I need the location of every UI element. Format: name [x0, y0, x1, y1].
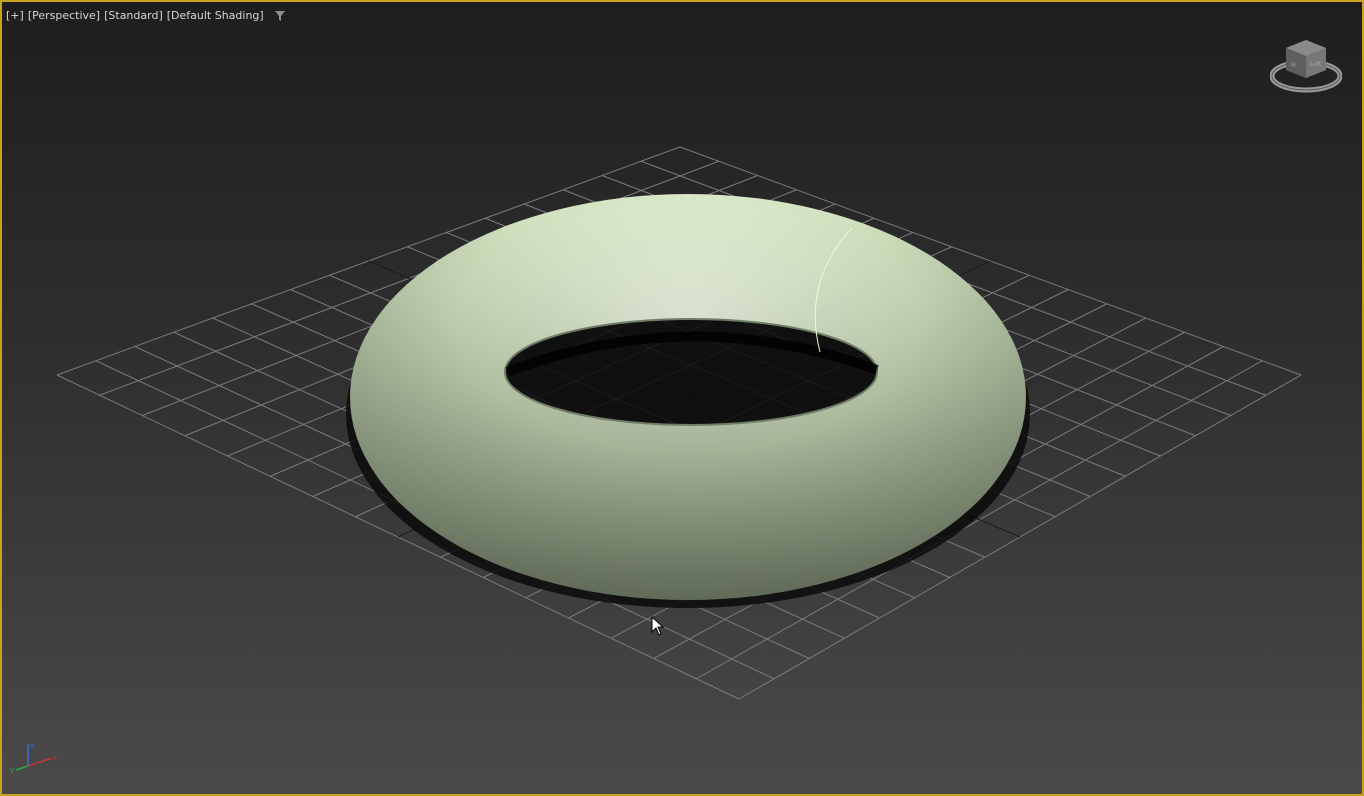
viewport-shading-label[interactable]: [Default Shading] — [167, 9, 264, 22]
viewport-mode-label[interactable]: [Standard] — [104, 9, 163, 22]
filter-icon[interactable] — [274, 10, 286, 22]
svg-text:Fr: Fr — [1291, 62, 1297, 69]
torus-object[interactable] — [350, 194, 1026, 600]
viewport-label-menu: [+] [Perspective] [Standard] [Default Sh… — [6, 9, 286, 22]
mouse-cursor-icon — [651, 616, 665, 636]
svg-text:x: x — [53, 754, 57, 762]
viewcube-icon[interactable]: Fr Left — [1270, 36, 1342, 98]
perspective-viewport[interactable]: [+] [Perspective] [Standard] [Default Sh… — [0, 0, 1364, 796]
viewport-menu-button[interactable]: [+] — [6, 9, 24, 22]
axis-tripod-icon: x z y — [10, 742, 57, 774]
svg-text:Left: Left — [1310, 61, 1322, 68]
viewport-view-label[interactable]: [Perspective] — [28, 9, 100, 22]
scene-canvas[interactable] — [2, 2, 1364, 796]
svg-text:z: z — [30, 742, 34, 750]
svg-text:y: y — [10, 766, 14, 774]
